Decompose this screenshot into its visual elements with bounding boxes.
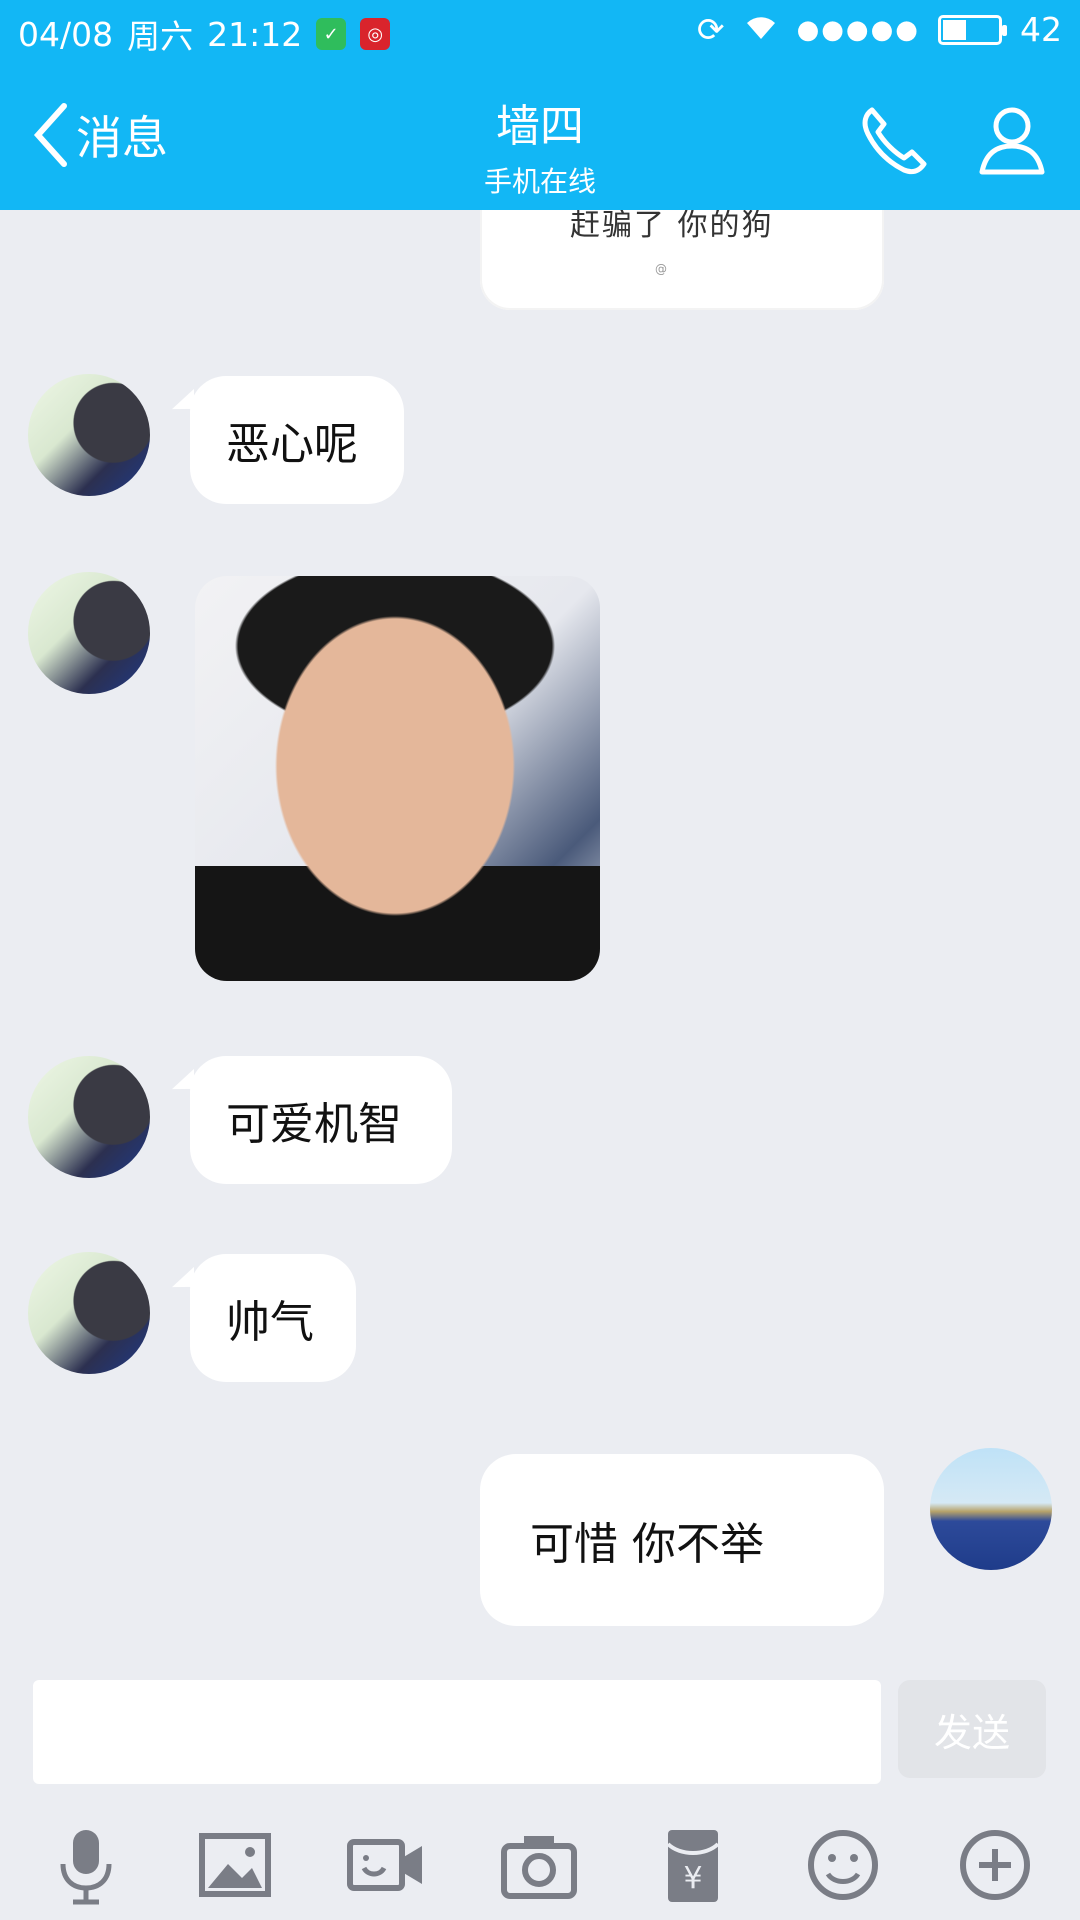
image-icon[interactable]	[192, 1822, 278, 1908]
status-date: 04/08	[18, 14, 114, 54]
status-right: ⟳ ●●●●● 42	[697, 10, 1062, 49]
my-avatar[interactable]	[930, 1448, 1052, 1570]
message-text: 帅气	[226, 1297, 314, 1348]
person-icon	[979, 107, 1045, 175]
status-left: 04/08 周六 21:12 ✓ ◎	[18, 10, 391, 58]
phone-icon	[862, 107, 927, 175]
plus-icon[interactable]	[952, 1822, 1038, 1908]
previous-image-text: 赶骗了 你的狗	[570, 210, 774, 243]
message-bubble[interactable]: 恶心呢	[190, 376, 404, 504]
status-weekday: 周六	[127, 17, 194, 56]
message-bubble[interactable]: 帅气	[190, 1254, 356, 1382]
send-button[interactable]: 发送	[898, 1680, 1046, 1778]
camera-icon[interactable]	[496, 1822, 582, 1908]
signal-icon: ●●●●●	[796, 14, 920, 45]
battery-text: 42	[1020, 10, 1062, 49]
profile-button[interactable]	[972, 100, 1052, 180]
svg-text:¥: ¥	[683, 1861, 702, 1896]
emoji-icon[interactable]	[800, 1822, 886, 1908]
image-watermark: @	[655, 262, 667, 276]
wifi-icon	[743, 10, 779, 49]
message-input[interactable]	[33, 1680, 881, 1784]
input-toolbar: ¥	[0, 1822, 1080, 1912]
rotation-lock-icon: ⟳	[696, 10, 725, 49]
contact-avatar[interactable]	[28, 1056, 150, 1178]
contact-avatar[interactable]	[28, 1252, 150, 1374]
message-text: 可惜 你不举	[530, 1519, 764, 1570]
video-icon[interactable]	[342, 1822, 428, 1908]
image-message[interactable]	[195, 576, 600, 981]
phone-call-button[interactable]	[854, 100, 934, 180]
contact-avatar[interactable]	[28, 572, 150, 694]
shield-notification-icon: ✓	[316, 18, 347, 50]
status-time: 21:12	[207, 14, 303, 54]
music-notification-icon: ◎	[360, 18, 391, 50]
red-packet-icon[interactable]: ¥	[650, 1822, 736, 1908]
input-bar: 发送 ¥	[0, 1672, 1080, 1920]
message-text: 恶心呢	[226, 419, 358, 470]
contact-avatar[interactable]	[28, 374, 150, 496]
chat-area[interactable]: 赶骗了 你的狗 @ 恶心呢 可爱机智 帅气 可惜 你不举	[0, 210, 1080, 1672]
my-message-bubble[interactable]: 可惜 你不举	[480, 1454, 884, 1626]
battery-icon	[938, 14, 1007, 45]
status-bar: 04/08 周六 21:12 ✓ ◎ ⟳ ●●●●● 42	[0, 0, 1080, 62]
previous-image-message[interactable]: 赶骗了 你的狗 @	[480, 210, 884, 310]
message-bubble[interactable]: 可爱机智	[190, 1056, 452, 1184]
title-bar: 消息 墙四 手机在线	[0, 62, 1080, 210]
message-text: 可爱机智	[226, 1099, 402, 1150]
microphone-icon[interactable]	[43, 1822, 129, 1908]
